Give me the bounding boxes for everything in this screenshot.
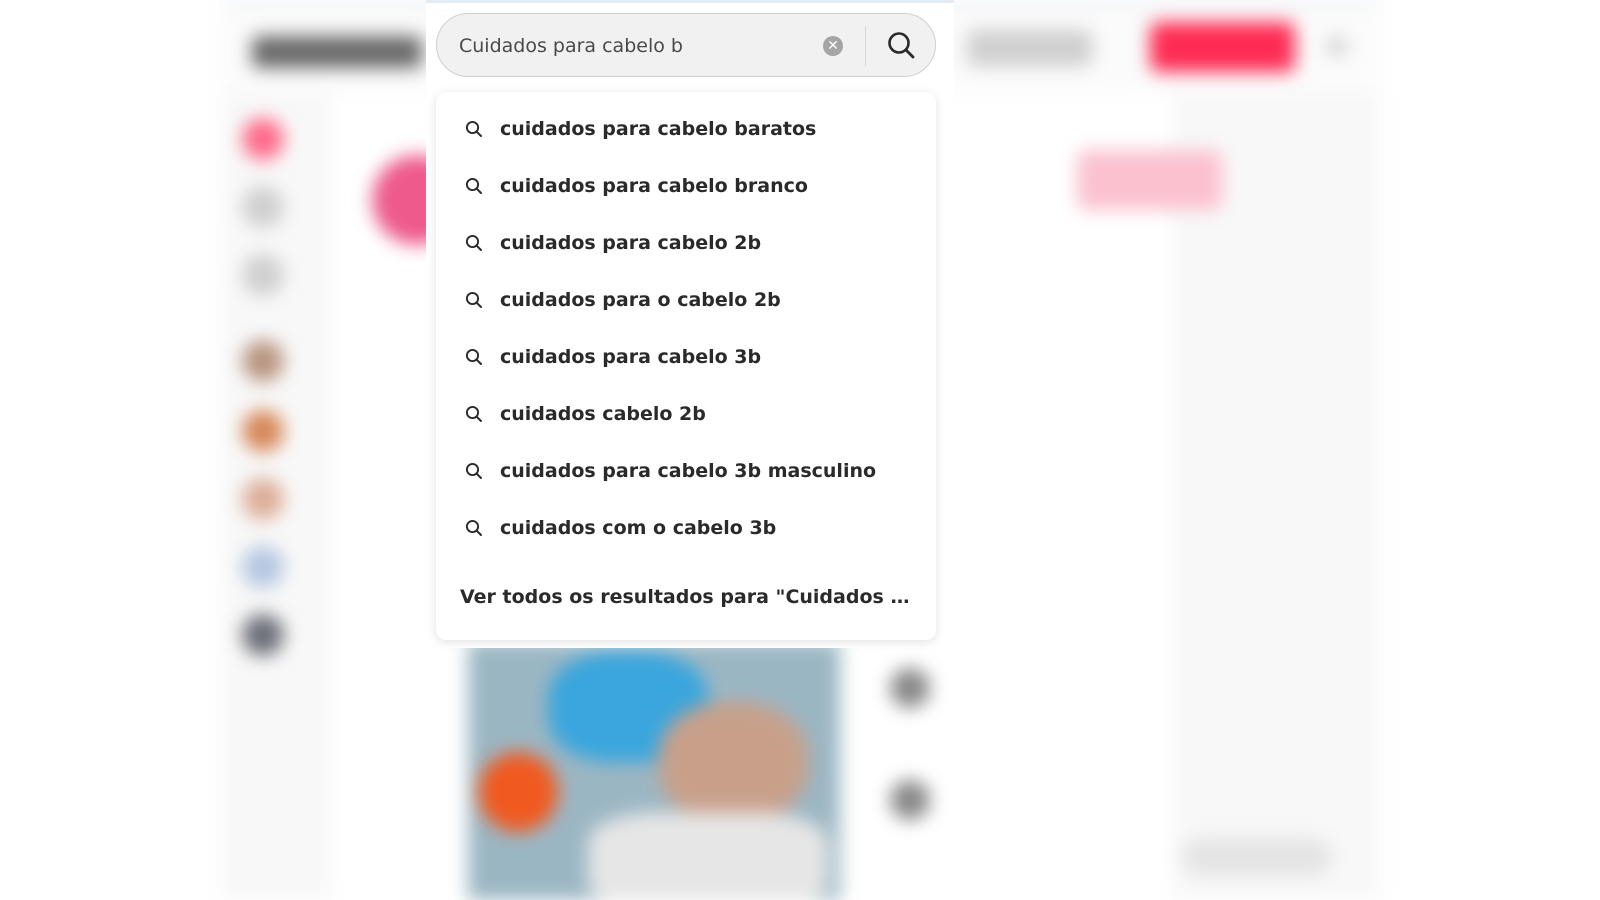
login-button[interactable] (1150, 22, 1295, 72)
close-circle-icon[interactable]: ✕ (823, 36, 843, 56)
suggestion-label: cuidados para cabelo 2b (500, 232, 762, 254)
search-icon[interactable] (885, 29, 917, 61)
search-suggestions-dropdown: cuidados para cabelo baratos cuidados pa… (436, 92, 936, 640)
sidebar-account-avatar[interactable] (242, 614, 284, 656)
suggestion-label: cuidados para cabelo 3b (500, 346, 762, 368)
search-icon (465, 462, 482, 479)
search-icon (465, 405, 482, 422)
view-all-results-link[interactable]: Ver todos os resultados para "Cuidados p… (460, 568, 920, 626)
follow-button[interactable] (1077, 150, 1222, 210)
video-player[interactable] (468, 642, 840, 900)
suggestion-item[interactable]: cuidados cabelo 2b (436, 385, 936, 443)
sidebar-home-icon[interactable] (242, 118, 284, 160)
suggestion-item[interactable]: cuidados para cabelo 3b masculino (436, 442, 936, 500)
more-options-icon[interactable] (1327, 36, 1347, 56)
search-icon (465, 120, 482, 137)
header-top-line (426, 0, 954, 3)
suggestion-label: cuidados para o cabelo 2b (500, 289, 781, 311)
suggestion-label: cuidados para cabelo branco (500, 175, 808, 197)
suggestion-label: cuidados para cabelo 3b masculino (500, 460, 877, 482)
suggestion-item[interactable]: cuidados para cabelo 2b (436, 214, 936, 272)
suggestion-item[interactable]: cuidados para o cabelo 2b (436, 271, 936, 329)
get-app-button[interactable] (1182, 838, 1332, 876)
sidebar-live-icon[interactable] (242, 254, 284, 296)
suggestion-item[interactable]: cuidados para cabelo branco (436, 157, 936, 215)
like-icon[interactable] (890, 668, 930, 708)
search-bar[interactable]: ✕ (436, 13, 936, 77)
search-input[interactable] (457, 28, 801, 64)
search-icon (465, 177, 482, 194)
sidebar-account-avatar[interactable] (242, 340, 284, 382)
comment-icon[interactable] (890, 780, 930, 820)
search-divider (865, 26, 866, 66)
sidebar-account-avatar[interactable] (242, 410, 284, 452)
upload-button[interactable] (967, 30, 1092, 66)
search-icon (465, 519, 482, 536)
sidebar-account-avatar[interactable] (242, 546, 284, 588)
search-icon (465, 234, 482, 251)
search-icon (465, 348, 482, 365)
suggestion-item[interactable]: cuidados para cabelo baratos (436, 100, 936, 158)
suggestion-item[interactable]: cuidados com o cabelo 3b (436, 499, 936, 557)
suggestion-label: cuidados com o cabelo 3b (500, 517, 777, 539)
sidebar-following-icon[interactable] (242, 186, 284, 228)
suggestion-label: cuidados para cabelo baratos (500, 118, 817, 140)
suggestion-label: cuidados cabelo 2b (500, 403, 706, 425)
logo (252, 36, 422, 68)
suggestion-item[interactable]: cuidados para cabelo 3b (436, 328, 936, 386)
sidebar-account-avatar[interactable] (242, 478, 284, 520)
search-icon (465, 291, 482, 308)
search-panel: ✕ cuidados para cabelo baratos cuidados … (426, 0, 954, 648)
